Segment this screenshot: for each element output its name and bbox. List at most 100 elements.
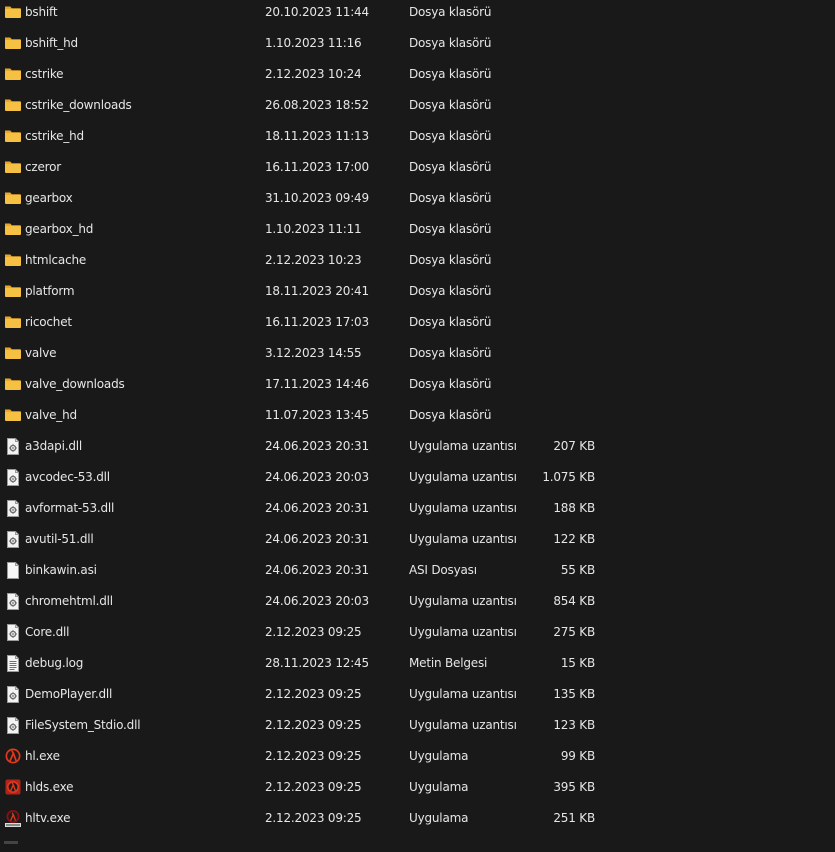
folder-icon (4, 94, 22, 116)
file-name: FileSystem_Stdio.dll (25, 718, 141, 732)
dll-file-icon (4, 497, 22, 519)
file-row[interactable]: ricochet 16.11.2023 17:03 Dosya klasörü (0, 311, 835, 342)
file-row[interactable]: hltv.exe 2.12.2023 09:25 Uygulama 251 KB (0, 807, 835, 838)
file-name: cstrike_hd (25, 129, 84, 143)
file-name: DemoPlayer.dll (25, 687, 113, 701)
file-name: Core.dll (25, 625, 70, 639)
folder-icon (4, 311, 22, 333)
folder-icon (4, 1, 22, 23)
partial-row-icon (0, 838, 20, 849)
file-row[interactable]: debug.log 28.11.2023 12:45 Metin Belgesi 15… (0, 652, 835, 683)
file-size (500, 156, 595, 178)
file-date-modified: 2.12.2023 10:23 (265, 253, 362, 267)
file-name: avformat-53.dll (25, 501, 115, 515)
file-list: bshift 20.10.2023 11:44 Dosya klasörü bshif… (0, 0, 835, 849)
file-row[interactable]: valve_downloads 17.11.2023 14:46 Dosya kla… (0, 373, 835, 404)
file-name: binkawin.asi (25, 563, 97, 577)
dll-file-icon (4, 621, 22, 643)
file-row[interactable]: binkawin.asi 24.06.2023 20:31 ASI Dosyası 5… (0, 559, 835, 590)
file-name: valve_downloads (25, 377, 125, 391)
file-row[interactable]: czeror 16.11.2023 17:00 Dosya klasörü (0, 156, 835, 187)
file-date-modified: 24.06.2023 20:31 (265, 532, 369, 546)
file-size: 99 KB (560, 749, 595, 763)
file-name: bshift_hd (25, 36, 78, 50)
file-row[interactable]: hl.exe 2.12.2023 09:25 Uygulama 99 KB (0, 745, 835, 776)
file-row[interactable]: chromehtml.dll 24.06.2023 20:03 Uygulama u… (0, 590, 835, 621)
file-row[interactable]: platform 18.11.2023 20:41 Dosya klasörü (0, 280, 835, 311)
hltv-icon (4, 807, 22, 829)
file-row[interactable]: avformat-53.dll 24.06.2023 20:31 Uygulama … (0, 497, 835, 528)
file-row[interactable]: Core.dll 2.12.2023 09:25 Uygulama uzantısı… (0, 621, 835, 652)
file-size (500, 187, 595, 209)
file-row[interactable]: DemoPlayer.dll 2.12.2023 09:25 Uygulama uz… (0, 683, 835, 714)
folder-icon (4, 187, 22, 209)
file-name: a3dapi.dll (25, 439, 83, 453)
file-size: 395 KB (553, 780, 595, 794)
dll-file-icon (4, 683, 22, 705)
dll-file-icon (4, 466, 22, 488)
file-size (500, 32, 595, 54)
file-row[interactable]: gearbox 31.10.2023 09:49 Dosya klasörü (0, 187, 835, 218)
file-date-modified: 28.11.2023 12:45 (265, 656, 369, 670)
file-row[interactable]: avutil-51.dll 24.06.2023 20:31 Uygulama uz… (0, 528, 835, 559)
file-name: hlds.exe (25, 780, 74, 794)
folder-icon (4, 63, 22, 85)
file-size: 15 KB (560, 656, 595, 670)
file-name: gearbox_hd (25, 222, 94, 236)
file-row[interactable]: htmlcache 2.12.2023 10:23 Dosya klasörü (0, 249, 835, 280)
file-row[interactable]: hlds.exe 2.12.2023 09:25 Uygulama 395 KB (0, 776, 835, 807)
file-date-modified: 2.12.2023 09:25 (265, 749, 362, 763)
file-row[interactable]: bshift 20.10.2023 11:44 Dosya klasörü (0, 1, 835, 32)
file-date-modified: 18.11.2023 11:13 (265, 129, 369, 143)
file-size (500, 63, 595, 85)
file-date-modified: 2.12.2023 10:24 (265, 67, 362, 81)
file-name: avutil-51.dll (25, 532, 94, 546)
file-row[interactable]: FileSystem_Stdio.dll 2.12.2023 09:25 Uygul… (0, 714, 835, 745)
file-row[interactable]: valve_hd 11.07.2023 13:45 Dosya klasörü (0, 404, 835, 435)
folder-icon (4, 373, 22, 395)
file-date-modified: 24.06.2023 20:31 (265, 563, 369, 577)
dll-file-icon (4, 590, 22, 612)
folder-icon (4, 125, 22, 147)
folder-icon (4, 404, 22, 426)
file-row[interactable]: cstrike 2.12.2023 10:24 Dosya klasörü (0, 63, 835, 94)
dll-file-icon (4, 714, 22, 736)
file-date-modified: 24.06.2023 20:31 (265, 501, 369, 515)
file-name: chromehtml.dll (25, 594, 113, 608)
file-name: gearbox (25, 191, 73, 205)
file-name: valve (25, 346, 57, 360)
file-date-modified: 17.11.2023 14:46 (265, 377, 369, 391)
file-size: 122 KB (553, 532, 595, 546)
file-name: bshift (25, 5, 58, 19)
file-row[interactable]: gearbox_hd 1.10.2023 11:11 Dosya klasörü (0, 218, 835, 249)
file-date-modified: 24.06.2023 20:03 (265, 470, 369, 484)
file-date-modified: 1.10.2023 11:11 (265, 222, 362, 236)
file-row[interactable]: a3dapi.dll 24.06.2023 20:31 Uygulama uzant… (0, 435, 835, 466)
file-date-modified: 2.12.2023 09:25 (265, 780, 362, 794)
file-date-modified: 26.08.2023 18:52 (265, 98, 369, 112)
file-size: 275 KB (553, 625, 595, 639)
file-date-modified: 2.12.2023 09:25 (265, 718, 362, 732)
file-name: valve_hd (25, 408, 77, 422)
file-row[interactable]: cstrike_downloads 26.08.2023 18:52 Dosya k… (0, 94, 835, 125)
file-size: 1.075 KB (542, 470, 595, 484)
dll-file-icon (4, 435, 22, 457)
file-size (500, 373, 595, 395)
file-row[interactable]: bshift_hd 1.10.2023 11:16 Dosya klasörü (0, 32, 835, 63)
file-date-modified: 20.10.2023 11:44 (265, 5, 369, 19)
file-row[interactable]: valve 3.12.2023 14:55 Dosya klasörü (0, 342, 835, 373)
hlds-icon (4, 776, 22, 798)
file-name: ricochet (25, 315, 72, 329)
folder-icon (4, 249, 22, 271)
file-row[interactable]: avcodec-53.dll 24.06.2023 20:03 Uygulama u… (0, 466, 835, 497)
file-name: hl.exe (25, 749, 60, 763)
file-size (500, 94, 595, 116)
file-date-modified: 18.11.2023 20:41 (265, 284, 369, 298)
file-size (500, 1, 595, 23)
file-date-modified: 3.12.2023 14:55 (265, 346, 362, 360)
file-row[interactable]: cstrike_hd 18.11.2023 11:13 Dosya klasörü (0, 125, 835, 156)
file-date-modified: 2.12.2023 09:25 (265, 811, 362, 825)
file-size (500, 249, 595, 271)
file-size (500, 280, 595, 302)
file-size (500, 218, 595, 240)
